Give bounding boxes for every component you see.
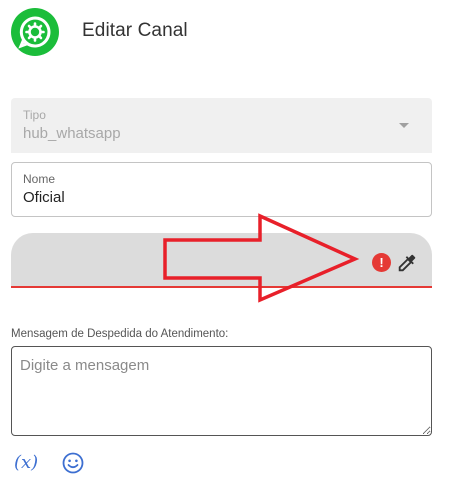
tipo-select: Tipo hub_whatsapp — [11, 98, 432, 153]
insert-variable-button[interactable]: (x) — [14, 452, 38, 473]
eyedropper-icon[interactable] — [396, 252, 418, 274]
whatsapp-logo-icon — [11, 8, 59, 56]
smiley-icon[interactable] — [61, 451, 85, 475]
error-icon: ! — [372, 253, 391, 272]
tipo-value: hub_whatsapp — [23, 125, 121, 142]
page-title: Editar Canal — [82, 20, 188, 41]
tipo-label: Tipo — [23, 108, 46, 122]
edit-channel-page: Editar Canal Tipo hub_whatsapp Nome Ofic… — [0, 0, 453, 493]
nome-label: Nome — [23, 172, 56, 186]
chevron-down-icon — [399, 123, 409, 128]
color-field[interactable] — [11, 233, 432, 288]
mensagem-label: Mensagem de Despedida do Atendimento: — [11, 328, 229, 340]
mensagem-textarea[interactable] — [11, 346, 432, 436]
nome-field[interactable]: Nome Oficial — [11, 162, 432, 217]
nome-value[interactable]: Oficial — [23, 189, 65, 206]
